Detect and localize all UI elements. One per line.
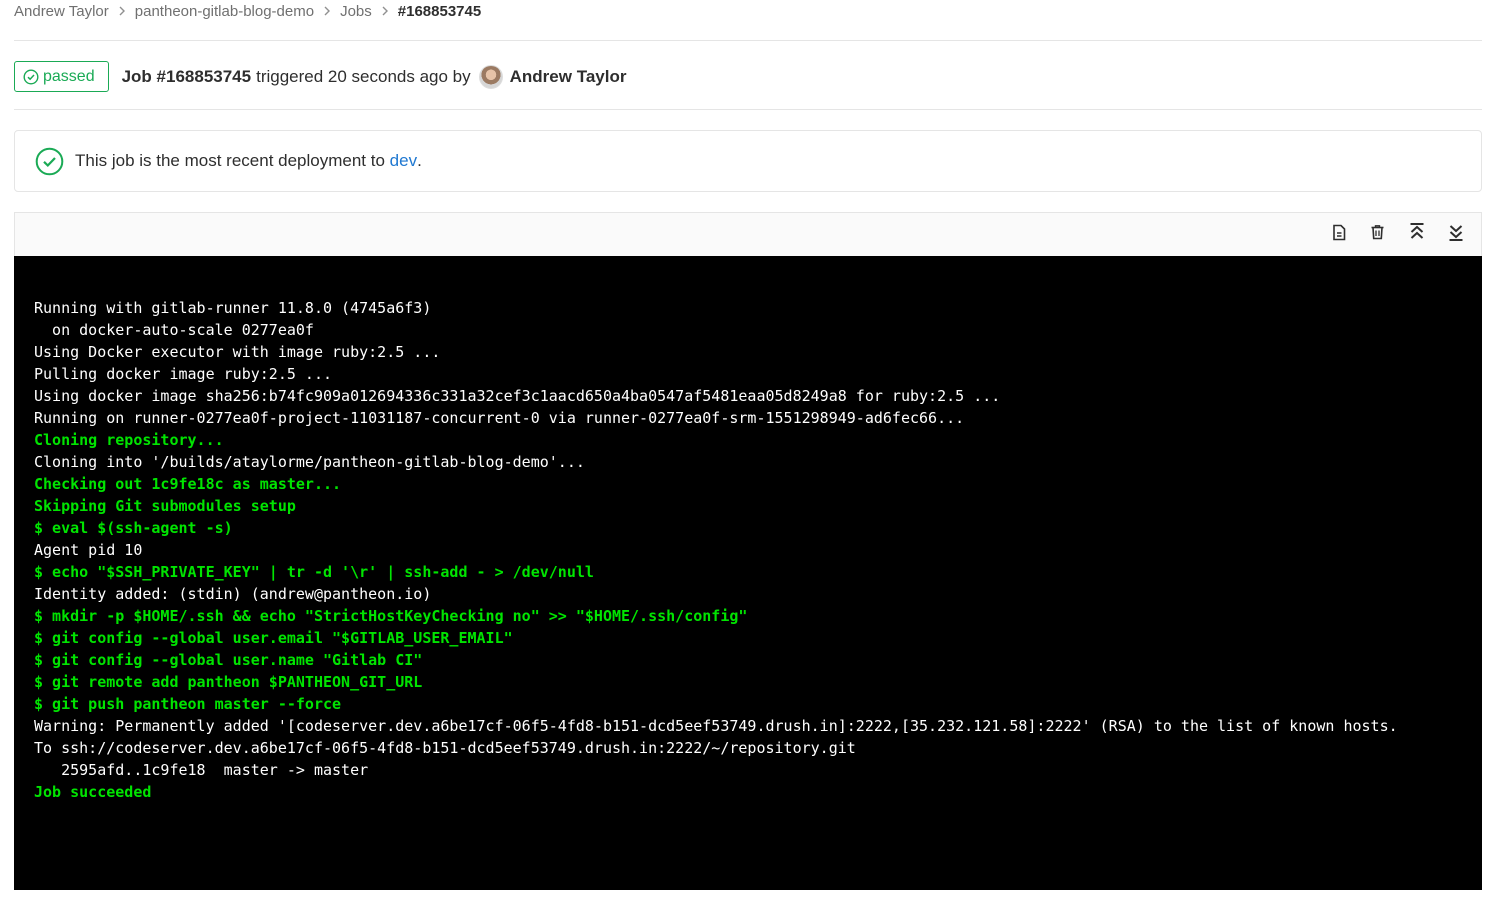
job-page: Andrew Taylor pantheon-gitlab-blog-demo … (0, 0, 1494, 913)
chevron-right-icon (118, 6, 126, 16)
log-line: To ssh://codeserver.dev.a6be17cf-06f5-4f… (34, 739, 856, 757)
log-line: 2595afd..1c9fe18 master -> master (34, 761, 369, 779)
log-line: Identity added: (stdin) (andrew@pantheon… (34, 585, 432, 603)
divider (14, 109, 1482, 110)
raw-log-icon (1331, 224, 1347, 246)
log-line: Cloning into '/builds/ataylorme/pantheon… (34, 453, 585, 471)
log-line: Using docker image sha256:b74fc909a01269… (34, 387, 1001, 405)
status-success-icon (35, 147, 64, 176)
job-meta: triggered 20 seconds ago by (256, 66, 471, 86)
erase-log-button[interactable] (1358, 213, 1397, 257)
environment-link[interactable]: dev (390, 151, 417, 171)
log-line: Cloning repository... (34, 431, 224, 449)
log-line: Running with gitlab-runner 11.8.0 (4745a… (34, 299, 432, 317)
trash-icon (1370, 224, 1385, 245)
log-line: Agent pid 10 (34, 541, 143, 559)
breadcrumb-project[interactable]: pantheon-gitlab-blog-demo (135, 3, 314, 20)
status-label: passed (43, 67, 95, 85)
deployment-notice: This job is the most recent deployment t… (14, 130, 1482, 192)
divider (14, 40, 1482, 41)
job-header: passed Job #168853745 triggered 20 secon… (14, 61, 626, 92)
log-line: $ git remote add pantheon $PANTHEON_GIT_… (34, 673, 423, 691)
chevron-right-icon (381, 6, 389, 16)
log-line: $ mkdir -p $HOME/.ssh && echo "StrictHos… (34, 607, 748, 625)
deployment-suffix: . (417, 151, 422, 170)
log-line: $ eval $(ssh-agent -s) (34, 519, 233, 537)
scroll-top-icon (1409, 222, 1425, 247)
log-line: $ git push pantheon master --force (34, 695, 342, 713)
log-line: on docker-auto-scale 0277ea0f (34, 321, 314, 339)
log-line: Pulling docker image ruby:2.5 ... (34, 365, 333, 383)
breadcrumb-user[interactable]: Andrew Taylor (14, 3, 109, 20)
job-title: Job #168853745 (121, 66, 252, 86)
log-line: Warning: Permanently added '[codeserver.… (34, 717, 1398, 735)
breadcrumb: Andrew Taylor pantheon-gitlab-blog-demo … (14, 0, 481, 22)
scroll-bottom-icon (1448, 222, 1464, 247)
chevron-right-icon (323, 6, 331, 16)
breadcrumb-jobs[interactable]: Jobs (340, 3, 372, 20)
breadcrumb-job-id[interactable]: #168853745 (398, 3, 481, 20)
scroll-bottom-button[interactable] (1436, 213, 1475, 257)
scroll-top-button[interactable] (1397, 213, 1436, 257)
raw-log-button[interactable] (1319, 213, 1358, 257)
log-line: $ git config --global user.name "Gitlab … (34, 651, 423, 669)
author-link[interactable]: Andrew Taylor (510, 67, 627, 87)
deployment-text: This job is the most recent deployment t… (75, 151, 385, 170)
status-success-icon (23, 68, 39, 85)
job-log: Running with gitlab-runner 11.8.0 (4745a… (14, 256, 1482, 890)
log-toolbar (14, 212, 1482, 256)
log-line: $ echo "$SSH_PRIVATE_KEY" | tr -d '\r' |… (34, 563, 594, 581)
log-line: Using Docker executor with image ruby:2.… (34, 343, 441, 361)
log-line: $ git config --global user.email "$GITLA… (34, 629, 513, 647)
log-line: Job succeeded (34, 783, 152, 801)
avatar[interactable] (478, 64, 503, 89)
log-line: Checking out 1c9fe18c as master... (34, 475, 342, 493)
status-badge[interactable]: passed (14, 61, 109, 92)
log-line: Running on runner-0277ea0f-project-11031… (34, 409, 965, 427)
log-line: Skipping Git submodules setup (34, 497, 296, 515)
